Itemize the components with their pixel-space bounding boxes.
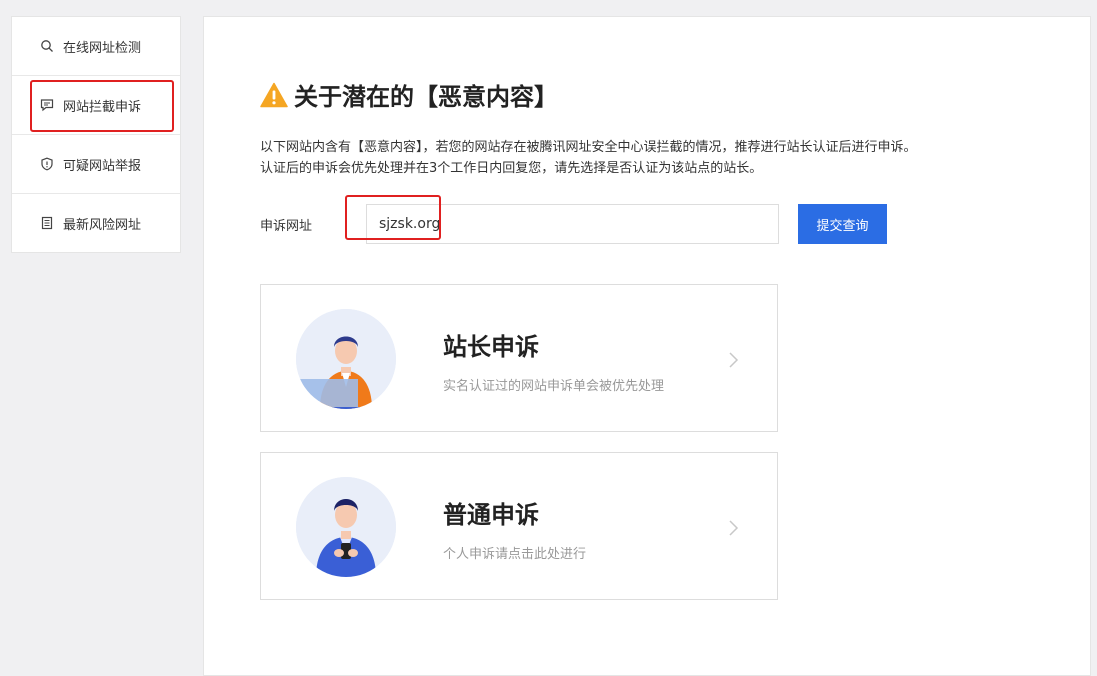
user-avatar (296, 477, 396, 577)
sidebar-item-label: 可疑网站举报 (63, 158, 142, 174)
description: 以下网站内含有【恶意内容】，若您的网站存在被腾讯网址安全中心误拦截的情况，推荐进… (260, 137, 917, 179)
message-icon (40, 98, 54, 112)
sidebar-item-appeal[interactable]: 网站拦截申诉 (12, 76, 180, 135)
sidebar-item-label: 网站拦截申诉 (63, 99, 142, 115)
page-title-text: 关于潜在的【恶意内容】 (294, 83, 558, 111)
card-subtitle: 个人申诉请点击此处进行 (443, 547, 587, 562)
general-appeal-card[interactable]: 普通申诉 个人申诉请点击此处进行 (260, 452, 778, 600)
description-line-1: 以下网站内含有【恶意内容】，若您的网站存在被腾讯网址安全中心误拦截的情况，推荐进… (260, 140, 917, 155)
submit-query-button[interactable]: 提交查询 (798, 204, 887, 244)
sidebar-item-label: 在线网址检测 (63, 40, 142, 56)
shield-icon (40, 157, 54, 171)
search-icon (40, 39, 54, 53)
card-title: 普通申诉 (443, 501, 539, 529)
chevron-right-icon (727, 519, 739, 537)
description-line-2: 认证后的申诉会优先处理并在3个工作日内回复您，请先选择是否认证为该站点的站长。 (260, 161, 763, 176)
sidebar-item-report[interactable]: 可疑网站举报 (12, 135, 180, 194)
card-subtitle: 实名认证过的网站申诉单会被优先处理 (443, 379, 665, 394)
webmaster-appeal-card[interactable]: 站长申诉 实名认证过的网站申诉单会被优先处理 (260, 284, 778, 432)
webmaster-avatar (296, 309, 396, 409)
card-title: 站长申诉 (443, 333, 539, 361)
page-title: 关于潜在的【恶意内容】 (260, 77, 558, 112)
sidebar: 在线网址检测 网站拦截申诉 可疑网站举报 最新风险网址 (11, 16, 181, 253)
url-input[interactable] (366, 204, 779, 244)
sidebar-item-risk-urls[interactable]: 最新风险网址 (12, 194, 180, 252)
sidebar-item-label: 最新风险网址 (63, 217, 142, 233)
main-panel: 关于潜在的【恶意内容】 以下网站内含有【恶意内容】，若您的网站存在被腾讯网址安全… (203, 16, 1091, 676)
url-label: 申诉网址 (260, 219, 313, 234)
document-icon (40, 216, 54, 230)
sidebar-item-url-check[interactable]: 在线网址检测 (12, 17, 180, 76)
chevron-right-icon (727, 351, 739, 369)
warning-icon (260, 82, 288, 108)
